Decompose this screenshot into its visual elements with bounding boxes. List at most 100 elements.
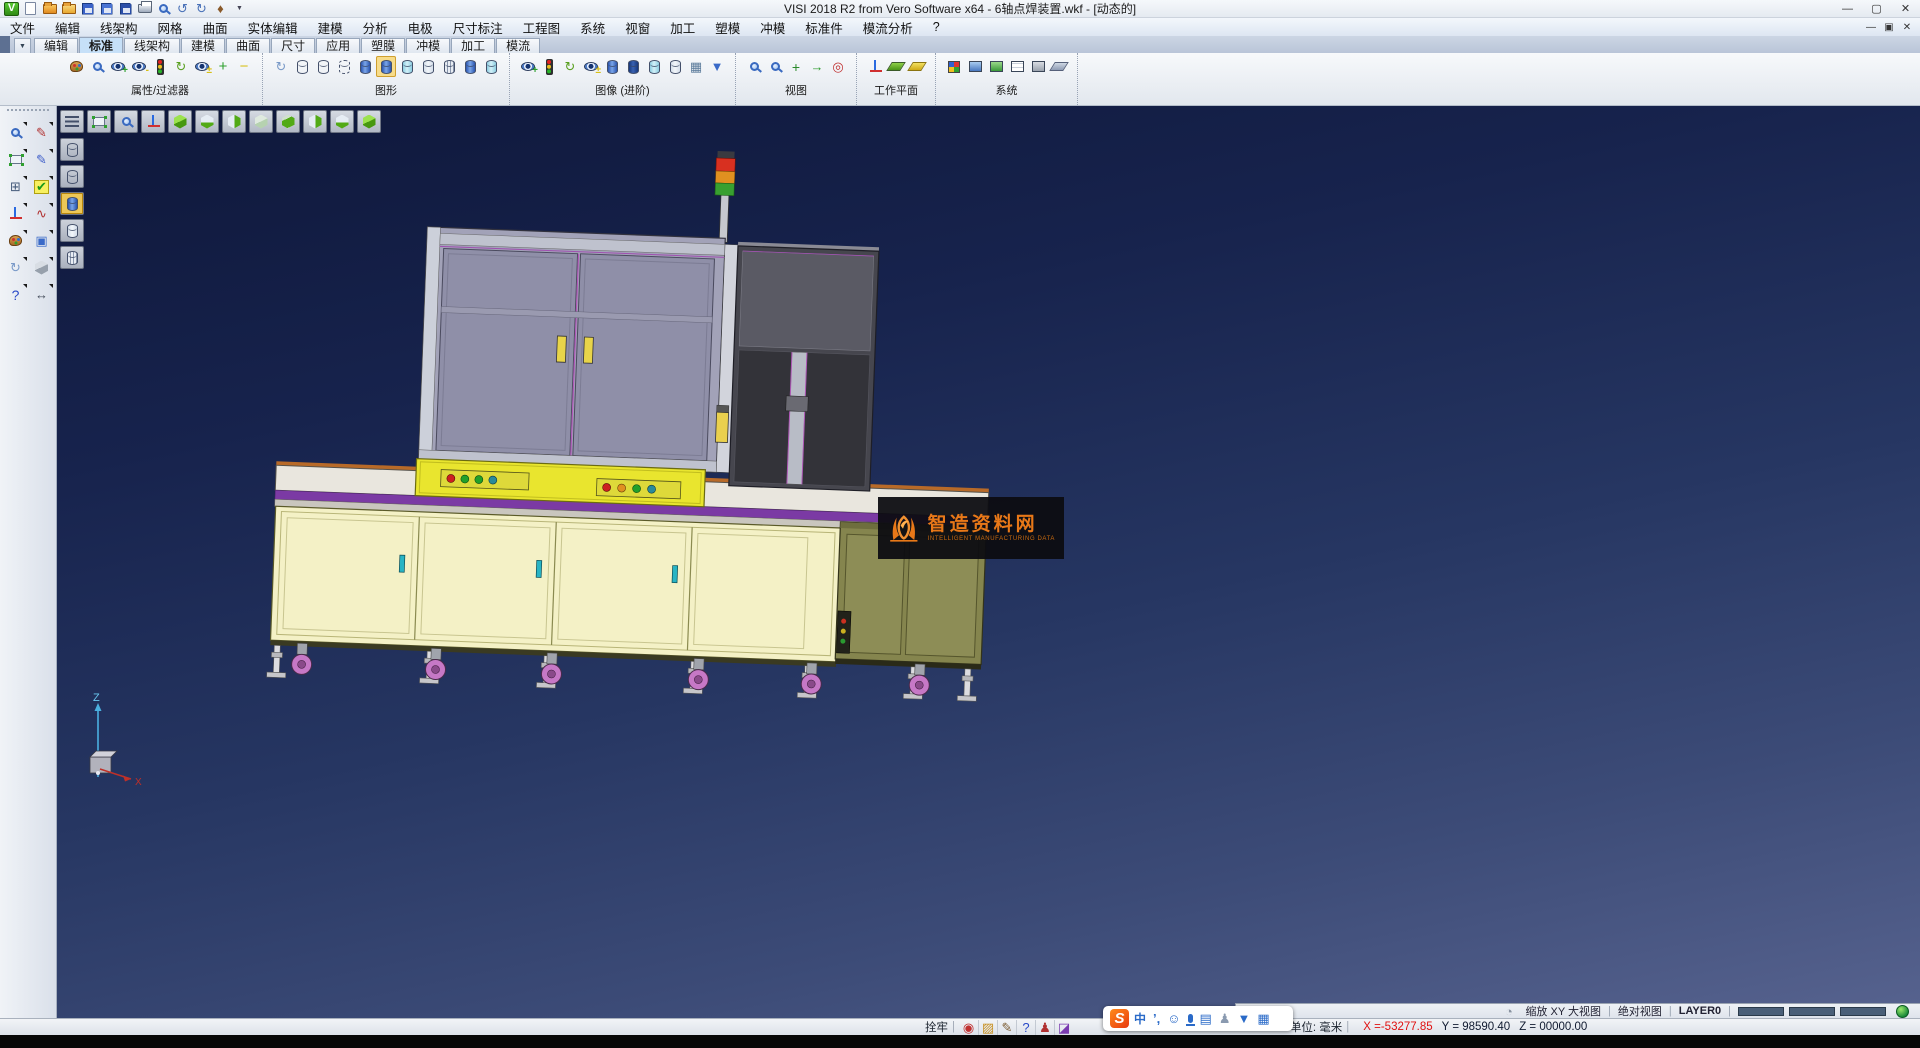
cylinder-wire2-icon[interactable]: [313, 56, 333, 77]
menu-item[interactable]: 线架构: [90, 18, 148, 36]
cylinder-dark-icon[interactable]: [623, 56, 643, 77]
lock-toggle[interactable]: 拴牢: [925, 1019, 948, 1035]
toolbar-tab[interactable]: 应用: [316, 38, 360, 53]
toolbar-tab[interactable]: 尺寸: [271, 38, 315, 53]
viewport-3d[interactable]: 智造资料网 INTELLIGENT MANUFACTURING DATA Z X: [57, 106, 1920, 1018]
preview-icon[interactable]: [155, 1, 172, 17]
tab-dropdown-icon[interactable]: ▼: [14, 38, 31, 53]
menu-item[interactable]: 加工: [660, 18, 705, 36]
measure-icon[interactable]: ↔: [29, 283, 54, 306]
save-icon[interactable]: [79, 1, 96, 17]
cylinder-blue-icon[interactable]: [602, 56, 622, 77]
toolbar-tab[interactable]: 冲模: [406, 38, 450, 53]
toolbar-tab[interactable]: 模流: [496, 38, 540, 53]
box-yellow-icon[interactable]: ▨: [978, 1020, 997, 1035]
plane-cross-icon[interactable]: +: [786, 56, 806, 77]
print-icon[interactable]: [136, 1, 153, 17]
palette-books-icon[interactable]: [3, 229, 28, 252]
cylinder-copy-icon[interactable]: [460, 56, 480, 77]
view-mode-label[interactable]: 绝对视图: [1618, 1003, 1662, 1019]
screen-gray-icon[interactable]: [1028, 56, 1048, 77]
fit-view-icon[interactable]: [87, 110, 111, 133]
visi-logo[interactable]: V: [3, 1, 20, 17]
import-folder-icon[interactable]: [60, 1, 77, 17]
sogou-logo-icon[interactable]: S: [1110, 1009, 1129, 1028]
globe-icon[interactable]: [1893, 1004, 1912, 1019]
traffic-light-icon[interactable]: [150, 56, 170, 77]
cube-solid-icon[interactable]: [168, 110, 192, 133]
traffic-light-icon[interactable]: [539, 56, 559, 77]
cube-wire-icon[interactable]: [249, 110, 273, 133]
menu-item[interactable]: 视窗: [615, 18, 660, 36]
menu-item[interactable]: 塑模: [705, 18, 750, 36]
cube-iso-icon[interactable]: [357, 110, 381, 133]
menu-item[interactable]: 模流分析: [853, 18, 923, 36]
palette-icon[interactable]: [66, 56, 86, 77]
spline-icon[interactable]: ∿: [29, 202, 54, 225]
cylinder-blue-icon[interactable]: [355, 56, 375, 77]
ime-skin-icon[interactable]: ▼: [1237, 1012, 1250, 1025]
screen-green-icon[interactable]: [986, 56, 1006, 77]
menu-item[interactable]: 工程图: [513, 18, 571, 36]
status-help-icon[interactable]: ?: [1016, 1020, 1035, 1035]
toolbar-tab[interactable]: 加工: [451, 38, 495, 53]
color-swatch[interactable]: [1738, 1007, 1784, 1016]
cylinder-cyan-icon[interactable]: [397, 56, 417, 77]
open-folder-icon[interactable]: [41, 1, 58, 17]
toolbar-tab[interactable]: 标准: [79, 37, 123, 53]
cylinder-blue-icon[interactable]: [60, 192, 84, 215]
plus-icon[interactable]: +: [213, 56, 233, 77]
minus-icon[interactable]: −: [234, 56, 254, 77]
cube-front-icon[interactable]: [276, 110, 300, 133]
doc-magnifier-icon[interactable]: [87, 56, 107, 77]
grid-icon[interactable]: ▦: [686, 56, 706, 77]
cube-left-icon[interactable]: [330, 110, 354, 133]
refresh-blue-icon[interactable]: ↻: [271, 56, 291, 77]
new-file-icon[interactable]: [22, 1, 39, 17]
zoom-box-icon[interactable]: ⊞: [3, 175, 28, 198]
toolbar-tab[interactable]: 编辑: [34, 38, 78, 53]
zoom-select-icon[interactable]: [3, 121, 28, 144]
cube-gray-icon[interactable]: [29, 256, 54, 279]
menu-item[interactable]: 分析: [353, 18, 398, 36]
eye-remove-icon[interactable]: [129, 56, 149, 77]
refresh-green-icon[interactable]: ↻: [560, 56, 580, 77]
color-swatch[interactable]: [1789, 1007, 1835, 1016]
menu-item[interactable]: 曲面: [193, 18, 238, 36]
cylinder-hatch-icon[interactable]: [439, 56, 459, 77]
menu-item[interactable]: 系统: [570, 18, 615, 36]
toolbar-tab[interactable]: 建模: [181, 38, 225, 53]
cylinder-cyan-icon[interactable]: [644, 56, 664, 77]
cylinder-box-icon[interactable]: [481, 56, 501, 77]
redo-icon[interactable]: ↻: [193, 1, 210, 17]
plane-green-icon[interactable]: [886, 56, 906, 77]
mdi-minimize-icon[interactable]: —: [1862, 20, 1880, 35]
menu-item[interactable]: 冲模: [750, 18, 795, 36]
erase-icon[interactable]: ✎: [29, 121, 54, 144]
window-maximize-icon[interactable]: ▢: [1862, 0, 1891, 17]
menu-item[interactable]: 电极: [398, 18, 443, 36]
workplane-box-icon[interactable]: ◪: [1054, 1020, 1073, 1035]
menu-item[interactable]: 编辑: [45, 18, 90, 36]
zoom-view-icon[interactable]: [114, 110, 138, 133]
eye-plusminus-icon[interactable]: [581, 56, 601, 77]
cylinder-wire-icon[interactable]: [292, 56, 312, 77]
select-rect-icon[interactable]: [3, 148, 28, 171]
mdi-restore-icon[interactable]: ▣: [1880, 20, 1898, 35]
eye-plusminus-icon[interactable]: [192, 56, 212, 77]
menu-item[interactable]: ?: [923, 18, 950, 36]
window-close-icon[interactable]: ✕: [1891, 0, 1920, 17]
material-browser-icon[interactable]: ♦: [212, 1, 229, 17]
cylinder-wire-icon[interactable]: [60, 138, 84, 161]
zoom-dynamic-icon[interactable]: [744, 56, 764, 77]
person-red-icon[interactable]: ♟: [1035, 1020, 1054, 1035]
help-icon[interactable]: ?: [3, 283, 28, 306]
cube-half-icon[interactable]: [222, 110, 246, 133]
active-layer-label[interactable]: LAYER0: [1679, 1005, 1721, 1017]
cylinder-wire3-icon[interactable]: [334, 56, 354, 77]
cylinder-pale-icon[interactable]: [418, 56, 438, 77]
taskbar-strip[interactable]: [0, 1035, 1920, 1048]
ime-person-icon[interactable]: ♟: [1219, 1012, 1231, 1025]
confirm-icon[interactable]: ✔: [29, 175, 54, 198]
ime-grid-icon[interactable]: ▦: [1257, 1012, 1269, 1025]
